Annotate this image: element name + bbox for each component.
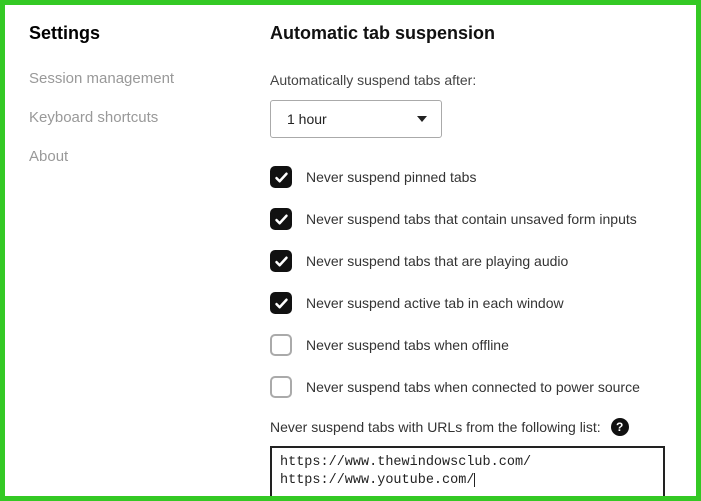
suspend-after-select[interactable]: 1 hour: [270, 100, 442, 138]
checkbox-playing-audio[interactable]: [270, 250, 292, 272]
suspend-after-label: Automatically suspend tabs after:: [270, 72, 678, 88]
option-row-power-source: Never suspend tabs when connected to pow…: [270, 376, 678, 398]
checkbox-label: Never suspend tabs when connected to pow…: [306, 379, 640, 395]
sidebar-item-settings[interactable]: Settings: [29, 23, 230, 44]
help-icon[interactable]: ?: [611, 418, 629, 436]
whitelist-url-line: https://www.youtube.com/: [280, 472, 655, 490]
main-panel: Automatic tab suspension Automatically s…: [230, 5, 696, 496]
check-icon: [274, 170, 289, 185]
whitelist-textarea[interactable]: https://www.thewindowsclub.com/ https://…: [270, 446, 665, 498]
sidebar-item-about[interactable]: About: [29, 148, 230, 165]
text-cursor: [474, 473, 475, 487]
sidebar-item-keyboard-shortcuts[interactable]: Keyboard shortcuts: [29, 109, 230, 126]
checkbox-pinned-tabs[interactable]: [270, 166, 292, 188]
sidebar-item-session-management[interactable]: Session management: [29, 70, 230, 87]
checkbox-active-tab[interactable]: [270, 292, 292, 314]
check-icon: [274, 212, 289, 227]
checkbox-unsaved-form[interactable]: [270, 208, 292, 230]
option-row-playing-audio: Never suspend tabs that are playing audi…: [270, 250, 678, 272]
sidebar: Settings Session management Keyboard sho…: [5, 5, 230, 496]
checkbox-label: Never suspend pinned tabs: [306, 169, 476, 185]
check-icon: [274, 296, 289, 311]
option-row-active-tab: Never suspend active tab in each window: [270, 292, 678, 314]
suspend-after-value: 1 hour: [287, 111, 327, 127]
whitelist-label: Never suspend tabs with URLs from the fo…: [270, 419, 601, 435]
settings-window: Settings Session management Keyboard sho…: [0, 0, 701, 501]
checkbox-label: Never suspend active tab in each window: [306, 295, 564, 311]
whitelist-url-line: https://www.thewindowsclub.com/: [280, 454, 655, 472]
checkbox-offline[interactable]: [270, 334, 292, 356]
checkbox-label: Never suspend tabs that contain unsaved …: [306, 211, 637, 227]
option-row-pinned-tabs: Never suspend pinned tabs: [270, 166, 678, 188]
option-row-unsaved-form: Never suspend tabs that contain unsaved …: [270, 208, 678, 230]
checkbox-label: Never suspend tabs that are playing audi…: [306, 253, 568, 269]
page-title: Automatic tab suspension: [270, 23, 678, 44]
check-icon: [274, 254, 289, 269]
checkbox-power-source[interactable]: [270, 376, 292, 398]
option-row-offline: Never suspend tabs when offline: [270, 334, 678, 356]
checkbox-label: Never suspend tabs when offline: [306, 337, 509, 353]
chevron-down-icon: [417, 116, 427, 122]
